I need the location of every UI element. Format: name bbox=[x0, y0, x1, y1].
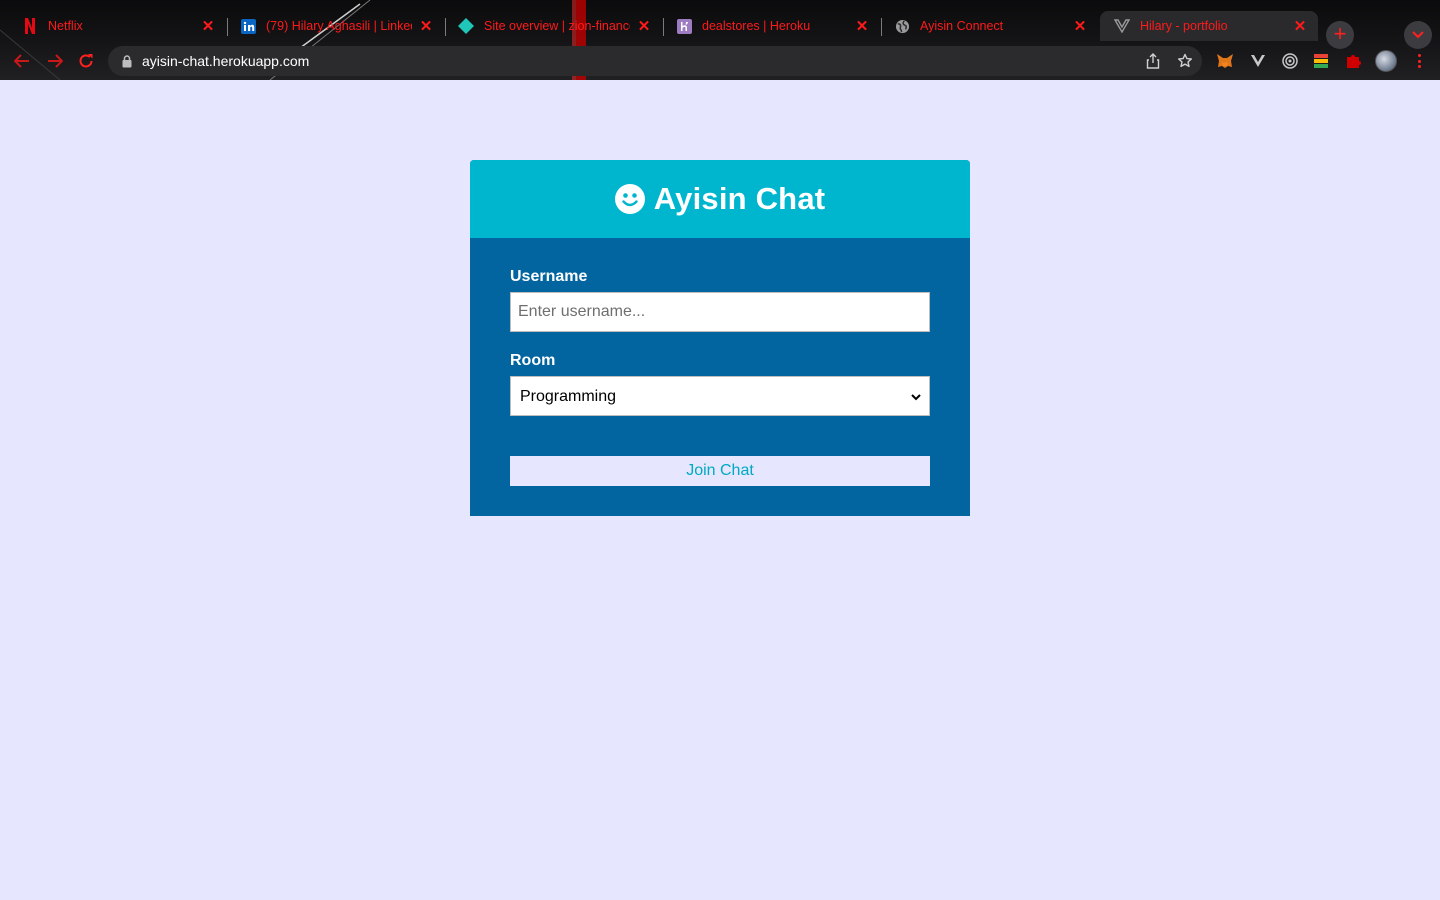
reload-button[interactable] bbox=[75, 50, 97, 72]
chevron-down-icon bbox=[1412, 31, 1424, 39]
page-title: Ayisin Chat bbox=[653, 181, 826, 216]
google-extension-icon[interactable] bbox=[1312, 52, 1330, 70]
username-input[interactable] bbox=[510, 292, 930, 332]
tab-title: dealstores | Heroku bbox=[702, 19, 811, 33]
close-icon[interactable]: ✕ bbox=[1072, 18, 1088, 35]
browser-toolbar: ayisin-chat.herokuapp.com bbox=[0, 44, 1440, 78]
forward-button[interactable] bbox=[44, 50, 66, 72]
tab-netflix[interactable]: Netflix ✕ bbox=[8, 11, 226, 41]
tab-title: Netflix bbox=[48, 19, 83, 33]
tab-title: Hilary - portfolio bbox=[1140, 19, 1228, 33]
join-chat-card: Ayisin Chat Username Room Programming Jo… bbox=[470, 160, 970, 516]
tab-title: Site overview | zion-finance bbox=[484, 19, 630, 33]
vercel-icon bbox=[1114, 18, 1130, 34]
close-icon[interactable]: ✕ bbox=[636, 18, 652, 35]
address-bar[interactable]: ayisin-chat.herokuapp.com bbox=[108, 46, 1202, 76]
room-select[interactable]: Programming bbox=[510, 376, 930, 416]
reload-icon bbox=[79, 54, 93, 68]
puzzle-extensions-icon[interactable] bbox=[1344, 52, 1362, 70]
vue-devtools-extension-icon[interactable] bbox=[1249, 52, 1267, 70]
arrow-right-icon bbox=[48, 54, 63, 68]
share-icon[interactable] bbox=[1144, 52, 1162, 70]
browser-chrome: Netflix ✕ (79) Hilary Aghasili | LinkedI… bbox=[0, 0, 1440, 80]
tab-heroku[interactable]: dealstores | Heroku ✕ bbox=[662, 11, 880, 41]
target-extension-icon[interactable] bbox=[1281, 52, 1299, 70]
tab-linkedin[interactable]: (79) Hilary Aghasili | LinkedIn ✕ bbox=[226, 11, 444, 41]
room-label: Room bbox=[510, 352, 556, 369]
arrow-left-icon bbox=[14, 54, 29, 68]
close-icon[interactable]: ✕ bbox=[418, 18, 434, 35]
linkedin-icon bbox=[240, 18, 256, 34]
tab-ayisin-connect[interactable]: Ayisin Connect ✕ bbox=[880, 11, 1098, 41]
room-select-control[interactable]: Programming bbox=[511, 377, 929, 415]
bookmark-star-icon[interactable] bbox=[1176, 52, 1194, 70]
tab-portfolio[interactable]: Hilary - portfolio ✕ bbox=[1100, 11, 1318, 41]
username-label: Username bbox=[510, 268, 588, 285]
room-group: Room Programming bbox=[510, 352, 930, 416]
metamask-extension-icon[interactable] bbox=[1216, 52, 1234, 70]
join-form: Username Room Programming Join Chat bbox=[470, 238, 970, 486]
heroku-icon bbox=[676, 18, 692, 34]
netlify-icon bbox=[458, 18, 474, 34]
lock-icon bbox=[120, 54, 134, 68]
address-url: ayisin-chat.herokuapp.com bbox=[142, 53, 310, 69]
card-header: Ayisin Chat bbox=[470, 160, 970, 238]
profile-avatar[interactable] bbox=[1375, 50, 1397, 72]
close-icon[interactable]: ✕ bbox=[854, 18, 870, 35]
netflix-icon bbox=[22, 18, 38, 34]
close-icon[interactable]: ✕ bbox=[200, 18, 216, 35]
tab-netlify[interactable]: Site overview | zion-finance ✕ bbox=[444, 11, 662, 41]
tab-title: Ayisin Connect bbox=[920, 19, 1004, 33]
username-group: Username bbox=[510, 268, 930, 332]
browser-menu-button[interactable] bbox=[1413, 52, 1425, 70]
tab-title: (79) Hilary Aghasili | LinkedIn bbox=[266, 19, 412, 33]
tab-strip: Netflix ✕ (79) Hilary Aghasili | LinkedI… bbox=[0, 9, 1440, 49]
join-chat-button[interactable]: Join Chat bbox=[510, 456, 930, 486]
smile-icon bbox=[614, 184, 645, 214]
address-bar-actions bbox=[1144, 52, 1194, 70]
globe-icon bbox=[894, 18, 910, 34]
close-icon[interactable]: ✕ bbox=[1292, 18, 1308, 35]
back-button[interactable] bbox=[11, 50, 33, 72]
